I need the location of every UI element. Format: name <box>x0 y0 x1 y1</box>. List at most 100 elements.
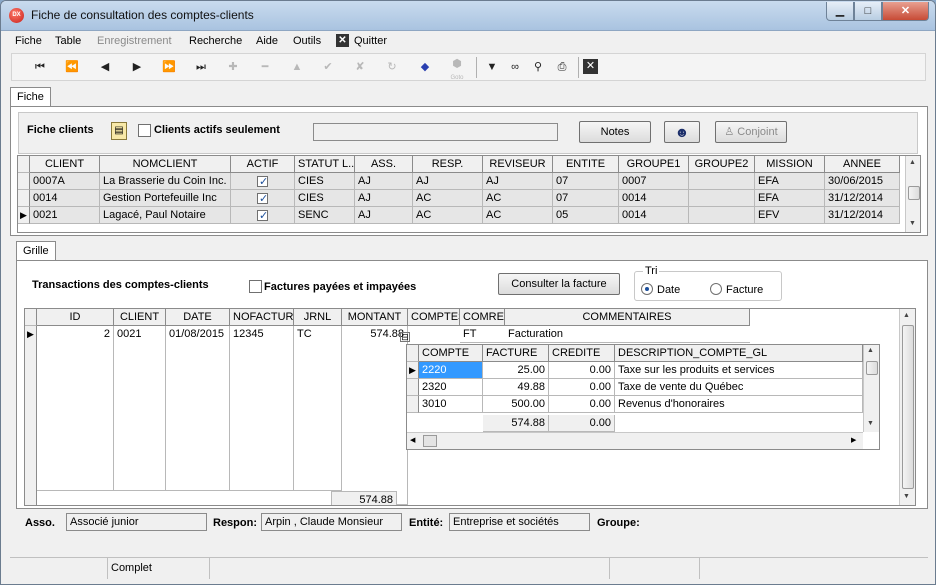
detail-cell[interactable]: 2220 <box>419 362 483 379</box>
clients-cell[interactable]: EFV <box>755 207 825 224</box>
clients-cell[interactable]: CIES <box>295 173 355 190</box>
print-icon[interactable]: ⎙ <box>552 58 572 76</box>
clients-cell[interactable]: CIES <box>295 190 355 207</box>
clients-column-header[interactable]: NOMCLIENT <box>100 156 231 173</box>
transaction-cell[interactable]: TC <box>294 326 342 491</box>
row-indicator[interactable]: ▶ <box>18 207 30 224</box>
transactions-scrollbar[interactable]: ▲ ▼ <box>899 309 915 505</box>
tab-fiche[interactable]: Fiche <box>10 87 51 107</box>
menu-fiche[interactable]: Fiche <box>15 35 42 47</box>
menu-recherche[interactable]: Recherche <box>189 35 242 47</box>
detail-cell[interactable]: Taxe sur les produits et services <box>615 362 863 379</box>
transaction-cell[interactable]: 0021 <box>114 326 166 491</box>
save-icon[interactable]: ✔ <box>318 58 338 76</box>
clients-cell[interactable]: AC <box>413 190 483 207</box>
detail-cell[interactable]: Revenus d'honoraires <box>615 396 863 413</box>
details-scrollbar[interactable]: ▲ ▼ <box>863 345 879 432</box>
clients-scrollbar[interactable]: ▲ ▼ <box>905 156 920 232</box>
clients-cell[interactable]: AJ <box>483 173 553 190</box>
row-indicator[interactable] <box>407 396 419 413</box>
minimize-button[interactable]: ▁ <box>826 2 854 21</box>
transactions-column-header[interactable]: COMREL <box>460 309 505 326</box>
clients-cell[interactable]: 31/12/2014 <box>825 207 900 224</box>
clients-column-header[interactable]: ASS. <box>355 156 413 173</box>
clients-cell[interactable]: 31/12/2014 <box>825 190 900 207</box>
transactions-column-header[interactable]: DATE <box>166 309 230 326</box>
close-icon[interactable]: ✕ <box>583 59 598 74</box>
maximize-button[interactable]: □ <box>854 2 882 21</box>
contacts-button[interactable]: ☻ <box>664 121 700 143</box>
transactions-column-header[interactable]: CLIENT <box>114 309 166 326</box>
clients-cell[interactable]: AC <box>483 207 553 224</box>
detail-cell[interactable]: 0.00 <box>549 396 615 413</box>
close-button[interactable]: ✕ <box>882 2 929 21</box>
transactions-column-header[interactable]: ID <box>37 309 114 326</box>
clients-cell[interactable]: 0007A <box>30 173 100 190</box>
filter-icon[interactable]: ▼ <box>482 58 502 76</box>
clients-column-header[interactable]: STATUT L... <box>295 156 355 173</box>
delete-icon[interactable]: ━ <box>255 58 275 76</box>
consult-invoice-button[interactable]: Consulter la facture <box>498 273 620 295</box>
clients-cell[interactable]: Lagacé, Paul Notaire <box>100 207 231 224</box>
quit-icon[interactable]: ✕ <box>336 34 349 47</box>
transactions-column-header[interactable]: COMMENTAIRES <box>505 309 750 326</box>
clients-cell[interactable]: 05 <box>553 207 619 224</box>
actif-checkbox[interactable] <box>257 209 268 222</box>
transaction-cell[interactable]: 574.88 <box>342 326 408 505</box>
transaction-cell[interactable]: Facturation <box>505 326 750 343</box>
menu-table[interactable]: Table <box>55 35 81 47</box>
transaction-cell[interactable]: 2 <box>37 326 114 491</box>
detail-cell[interactable]: 49.88 <box>483 379 549 396</box>
eraser-icon[interactable]: ◆ <box>415 58 435 76</box>
last-record-icon[interactable]: ⏭ <box>191 58 211 76</box>
scroll-thumb[interactable] <box>902 325 914 489</box>
clients-cell[interactable] <box>231 173 295 190</box>
detail-cell[interactable]: 3010 <box>419 396 483 413</box>
client-search-field[interactable] <box>313 123 558 141</box>
clients-column-header[interactable]: ENTITE <box>553 156 619 173</box>
menu-outils[interactable]: Outils <box>293 35 321 47</box>
details-column-header[interactable]: DESCRIPTION_COMPTE_GL <box>615 345 863 362</box>
transaction-cell[interactable]: 01/08/2015 <box>166 326 230 491</box>
scroll-down-icon[interactable]: ▼ <box>867 420 874 427</box>
clients-column-header[interactable]: GROUPE2 <box>689 156 755 173</box>
clients-cell[interactable]: AC <box>483 190 553 207</box>
clients-cell[interactable]: EFA <box>755 173 825 190</box>
clients-cell[interactable]: AJ <box>413 173 483 190</box>
clients-cell[interactable]: EFA <box>755 190 825 207</box>
clients-cell[interactable]: Gestion Portefeuille Inc <box>100 190 231 207</box>
clients-cell[interactable]: La Brasserie du Coin Inc. <box>100 173 231 190</box>
previous-page-icon[interactable]: ⏪ <box>62 58 82 76</box>
edit-icon[interactable]: ▲ <box>287 58 307 76</box>
row-indicator[interactable]: ▶ <box>407 362 419 379</box>
tab-grille[interactable]: Grille <box>16 241 56 261</box>
clients-column-header[interactable]: CLIENT <box>30 156 100 173</box>
add-icon[interactable]: ✚ <box>223 58 243 76</box>
clients-column-header[interactable]: MISSION <box>755 156 825 173</box>
clients-cell[interactable]: AJ <box>355 190 413 207</box>
cancel-icon[interactable]: ✘ <box>350 58 370 76</box>
scroll-left-icon[interactable]: ◀ <box>410 436 415 444</box>
clients-cell[interactable] <box>231 190 295 207</box>
menu-enregistrement[interactable]: Enregistrement <box>97 35 172 47</box>
binoculars-icon[interactable]: ∞ <box>505 58 525 76</box>
details-hscrollbar[interactable]: ◀ ▶ <box>407 432 863 449</box>
scroll-thumb[interactable] <box>866 361 878 375</box>
goto-icon[interactable]: ⬢ Goto <box>447 58 467 81</box>
clients-cell[interactable]: 07 <box>553 173 619 190</box>
first-record-icon[interactable]: ⏮ <box>30 58 50 76</box>
clients-cell[interactable] <box>689 190 755 207</box>
clients-column-header[interactable]: ACTIF <box>231 156 295 173</box>
sort-facture-radio[interactable] <box>710 283 722 295</box>
transactions-column-header[interactable]: NOFACTURE <box>230 309 294 326</box>
clients-cell[interactable]: 0014 <box>619 190 689 207</box>
clients-cell[interactable]: 0021 <box>30 207 100 224</box>
clients-column-header[interactable]: GROUPE1 <box>619 156 689 173</box>
clients-cell[interactable] <box>689 207 755 224</box>
detail-cell[interactable]: 0.00 <box>549 362 615 379</box>
conjoint-button[interactable]: ♙ Conjoint <box>715 121 787 143</box>
detail-cell[interactable]: 500.00 <box>483 396 549 413</box>
clients-cell[interactable] <box>689 173 755 190</box>
next-page-icon[interactable]: ⏩ <box>159 58 179 76</box>
clients-column-header[interactable]: RESP. <box>413 156 483 173</box>
